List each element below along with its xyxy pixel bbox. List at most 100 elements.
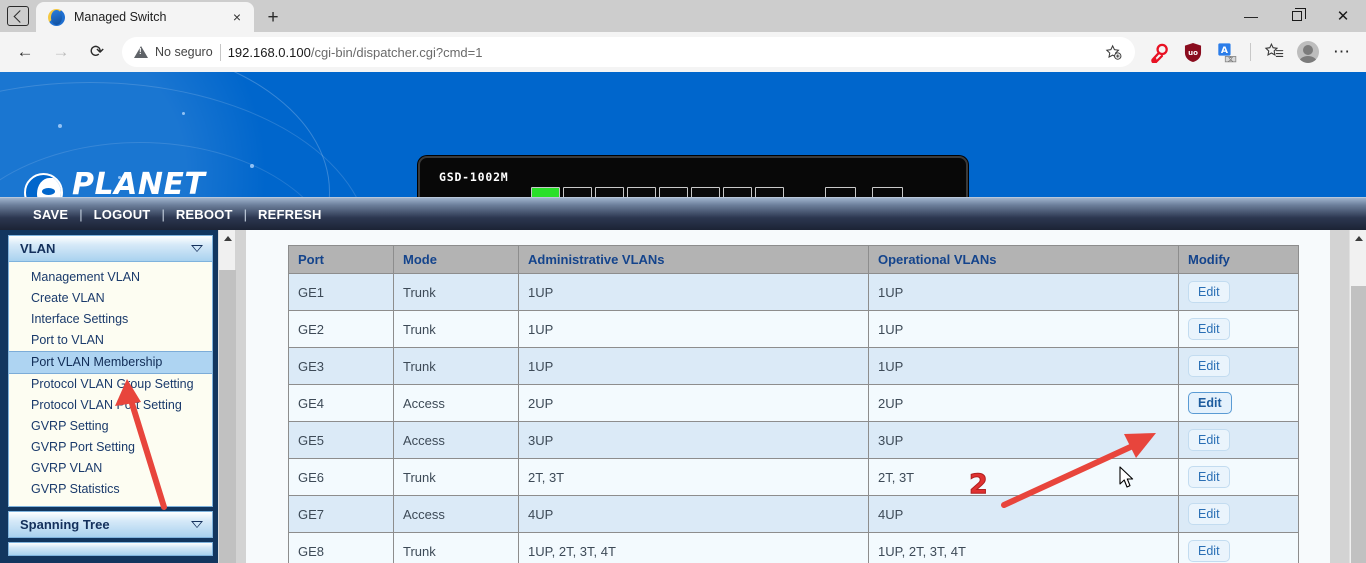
sidebar-item-create-vlan[interactable]: Create VLAN bbox=[9, 288, 212, 309]
save-button[interactable]: SAVE bbox=[22, 207, 79, 222]
sidebar-item-protocol-vlan-port-setting[interactable]: Protocol VLAN Port Setting bbox=[9, 395, 212, 416]
cell-oper-vlans: 1UP bbox=[868, 347, 1179, 385]
edit-button-ge8[interactable]: Edit bbox=[1188, 540, 1230, 562]
edit-button-ge5[interactable]: Edit bbox=[1188, 429, 1230, 451]
sidebar-item-gvrp-port-setting[interactable]: GVRP Port Setting bbox=[9, 437, 212, 458]
add-favorite-icon[interactable] bbox=[1099, 39, 1127, 65]
edit-button-ge3[interactable]: Edit bbox=[1188, 355, 1230, 377]
page-scrollbar[interactable] bbox=[1349, 230, 1366, 563]
table-body: GE1 Trunk 1UP 1UP Edit GE2 Trunk 1UP 1UP… bbox=[288, 273, 1299, 563]
column-header-administrative-vlans: Administrative VLANs bbox=[518, 245, 869, 274]
collections-icon[interactable] bbox=[1258, 36, 1290, 68]
omnibox-divider bbox=[219, 43, 221, 61]
refresh-button[interactable]: REFRESH bbox=[247, 207, 333, 222]
cell-oper-vlans: 1UP, 2T, 3T, 4T bbox=[868, 532, 1179, 563]
sfp-slot-icon bbox=[825, 187, 856, 197]
cell-mode: Trunk bbox=[393, 532, 519, 563]
port-6[interactable]: 6 bbox=[690, 187, 720, 197]
translate-icon[interactable]: A文 bbox=[1211, 36, 1243, 68]
back-button[interactable]: ← bbox=[8, 36, 42, 68]
cell-admin-vlans: 2T, 3T bbox=[518, 458, 869, 496]
edit-button-ge1[interactable]: Edit bbox=[1188, 281, 1230, 303]
cell-port: GE5 bbox=[288, 421, 394, 459]
sidebar-item-port-to-vlan[interactable]: Port to VLAN bbox=[9, 330, 212, 351]
cell-port: GE2 bbox=[288, 310, 394, 348]
sidebar-menu-vlan: Management VLAN Create VLAN Interface Se… bbox=[8, 262, 213, 507]
planet-logo[interactable]: PLANET Networking & Communication bbox=[24, 170, 205, 197]
rj45-jack-icon bbox=[690, 187, 720, 197]
cell-mode: Trunk bbox=[393, 347, 519, 385]
edit-button-ge7[interactable]: Edit bbox=[1188, 503, 1230, 525]
cell-oper-vlans: 4UP bbox=[868, 495, 1179, 533]
sfp-10[interactable]: 10 bbox=[872, 187, 903, 197]
vertical-tabs-icon bbox=[7, 6, 29, 26]
chevron-down-icon bbox=[191, 245, 203, 252]
sidebar-section-partial[interactable] bbox=[8, 542, 213, 556]
table-row: GE1 Trunk 1UP 1UP Edit bbox=[288, 273, 1299, 311]
cell-mode: Access bbox=[393, 384, 519, 422]
annotation-number-2: 2 bbox=[969, 469, 989, 501]
url-host: 192.168.0.100 bbox=[227, 44, 311, 60]
sfp-9[interactable]: 9 bbox=[825, 187, 856, 197]
tab-actions-icon[interactable] bbox=[0, 0, 36, 32]
port-5[interactable]: 5 bbox=[658, 187, 688, 197]
rj45-jack-icon bbox=[562, 187, 592, 197]
port-4[interactable]: 4 bbox=[626, 187, 656, 197]
table-row: GE5 Access 3UP 3UP Edit bbox=[288, 421, 1299, 459]
edit-button-ge4[interactable]: Edit bbox=[1188, 392, 1232, 414]
sidebar-item-gvrp-statistics[interactable]: GVRP Statistics bbox=[9, 479, 212, 500]
decorative-dot bbox=[58, 124, 62, 128]
cell-mode: Trunk bbox=[393, 458, 519, 496]
close-window-button[interactable]: ✕ bbox=[1320, 0, 1366, 32]
sidebar-item-protocol-vlan-group-setting[interactable]: Protocol VLAN Group Setting bbox=[9, 374, 212, 395]
minimize-button[interactable]: — bbox=[1228, 0, 1274, 32]
reload-button[interactable]: ⟳ bbox=[80, 36, 114, 68]
sidebar-item-gvrp-setting[interactable]: GVRP Setting bbox=[9, 416, 212, 437]
port-8[interactable]: 8 bbox=[754, 187, 784, 197]
scroll-up-arrow-icon[interactable] bbox=[219, 230, 236, 247]
sidebar-item-port-vlan-membership[interactable]: Port VLAN Membership bbox=[9, 351, 212, 374]
cell-admin-vlans: 1UP bbox=[518, 347, 869, 385]
new-tab-button[interactable]: + bbox=[258, 4, 288, 32]
logo-text: PLANET Networking & Communication bbox=[72, 170, 205, 198]
close-icon[interactable]: × bbox=[226, 6, 248, 28]
rj45-port-group: 1 2 3 4 5 6 7 8 bbox=[530, 187, 784, 197]
red-extension-icon[interactable] bbox=[1143, 36, 1175, 68]
browser-tab[interactable]: Managed Switch × bbox=[36, 2, 254, 32]
forward-button[interactable]: → bbox=[44, 36, 78, 68]
security-label: No seguro bbox=[155, 45, 213, 59]
restore-button[interactable] bbox=[1274, 0, 1320, 32]
frame-gap bbox=[235, 230, 246, 563]
triangle-up-icon bbox=[223, 236, 232, 241]
profile-avatar-icon[interactable] bbox=[1292, 36, 1324, 68]
cell-oper-vlans: 3UP bbox=[868, 421, 1179, 459]
sidebar-item-management-vlan[interactable]: Management VLAN bbox=[9, 267, 212, 288]
browser-toolbar: ← → ⟳ No seguro 192.168.0.100/cgi-bin/di… bbox=[0, 32, 1366, 72]
table-row: GE8 Trunk 1UP, 2T, 3T, 4T 1UP, 2T, 3T, 4… bbox=[288, 532, 1299, 563]
sidebar-item-interface-settings[interactable]: Interface Settings bbox=[9, 309, 212, 330]
sidebar-section-vlan[interactable]: VLAN bbox=[8, 235, 213, 262]
port-1[interactable]: 1 bbox=[530, 187, 560, 197]
rj45-jack-icon bbox=[530, 187, 560, 197]
port-3[interactable]: 3 bbox=[594, 187, 624, 197]
logout-button[interactable]: LOGOUT bbox=[83, 207, 162, 222]
switch-front-panel: GSD-1002M 1 2 3 4 5 6 7 8 9 10 bbox=[418, 156, 968, 197]
sidebar-section-spanning-tree[interactable]: Spanning Tree bbox=[8, 511, 213, 538]
inner-frame-scrollbar[interactable] bbox=[218, 230, 236, 563]
sfp-slot-icon bbox=[872, 187, 903, 197]
edit-button-ge6[interactable]: Edit bbox=[1188, 466, 1230, 488]
scrollbar-thumb[interactable] bbox=[1351, 286, 1366, 563]
site-banner: PLANET Networking & Communication GSD-10… bbox=[0, 72, 1366, 197]
port-2[interactable]: 2 bbox=[562, 187, 592, 197]
reboot-button[interactable]: REBOOT bbox=[165, 207, 244, 222]
scrollbar-thumb[interactable] bbox=[219, 270, 236, 563]
edit-button-ge2[interactable]: Edit bbox=[1188, 318, 1230, 340]
port-7[interactable]: 7 bbox=[722, 187, 752, 197]
ublock-shield-icon[interactable]: uo bbox=[1177, 36, 1209, 68]
sidebar-item-gvrp-vlan[interactable]: GVRP VLAN bbox=[9, 458, 212, 479]
cell-modify: Edit bbox=[1178, 310, 1299, 348]
scroll-up-arrow-icon[interactable] bbox=[1350, 230, 1366, 247]
address-bar[interactable]: No seguro 192.168.0.100/cgi-bin/dispatch… bbox=[122, 37, 1135, 67]
settings-more-icon[interactable]: ⋯ bbox=[1326, 36, 1358, 68]
rj45-jack-icon bbox=[722, 187, 752, 197]
